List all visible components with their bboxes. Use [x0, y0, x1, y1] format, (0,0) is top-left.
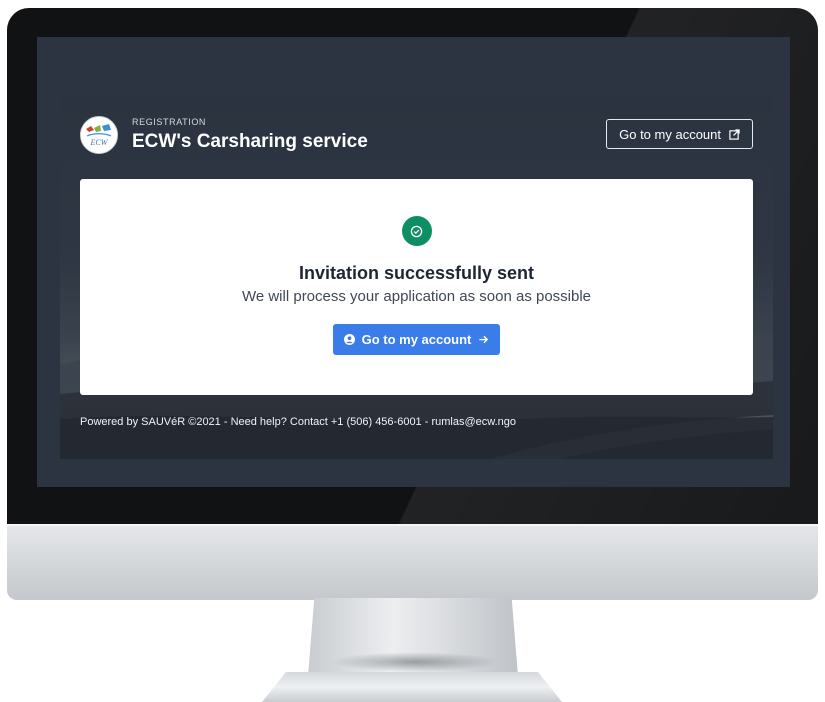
monitor-chin: [7, 524, 818, 600]
user-circle-icon: [343, 334, 355, 345]
brand: ECW REGISTRATION ECW's Carsharing servic…: [80, 115, 368, 155]
arrow-right-icon: [479, 335, 489, 344]
go-to-account-link[interactable]: Go to my account: [606, 119, 753, 149]
confirmation-card: Invitation successfully sent We will pro…: [80, 179, 753, 395]
go-to-account-button[interactable]: Go to my account: [332, 324, 501, 355]
confirmation-subtitle: We will process your application as soon…: [241, 288, 592, 305]
go-to-account-button-label: Go to my account: [361, 332, 472, 347]
monitor-stand-shadow: [330, 652, 500, 672]
site-title: ECW's Carsharing service: [132, 130, 368, 152]
screen: ECW REGISTRATION ECW's Carsharing servic…: [37, 37, 790, 487]
confirmation-title: Invitation successfully sent: [298, 263, 535, 283]
monitor-stand-base: [262, 672, 562, 702]
ecw-logo: ECW: [80, 116, 118, 154]
go-to-account-link-label: Go to my account: [619, 126, 721, 142]
check-circle-icon: [401, 216, 432, 246]
section-eyebrow: REGISTRATION: [132, 116, 207, 127]
registration-hero: ECW REGISTRATION ECW's Carsharing servic…: [60, 97, 773, 459]
footer-text: Powered by SAUVéR ©2021 - Need help? Con…: [80, 416, 516, 428]
external-link-icon: [729, 128, 740, 140]
svg-text:ECW: ECW: [90, 138, 109, 147]
